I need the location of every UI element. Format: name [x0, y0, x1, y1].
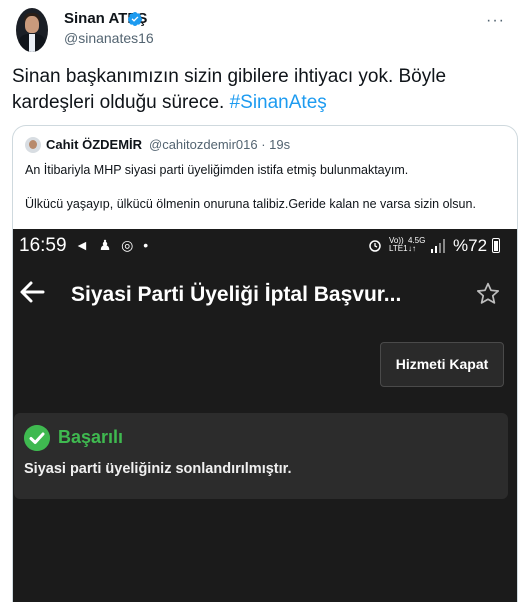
success-check-icon — [24, 425, 50, 451]
alarm-icon — [369, 240, 381, 252]
status-notification-icons: ◄ ♟ ◎ • — [75, 237, 152, 253]
battery-icon — [492, 238, 500, 253]
alert-message: Siyasi parti üyeliğiniz sonlandırılmıştı… — [24, 461, 292, 477]
close-service-button[interactable]: Hizmeti Kapat — [380, 342, 504, 387]
quote-text-line-1: An İtibariyla MHP siyasi parti üyeliğimd… — [25, 163, 409, 177]
quote-text-line-2: Ülkücü yaşayıp, ülkücü ölmenin onuruna t… — [25, 197, 476, 211]
more-options-icon[interactable]: ··· — [486, 12, 505, 30]
hashtag-link[interactable]: #SinanAteş — [230, 92, 327, 113]
alert-title: Başarılı — [58, 427, 124, 447]
quote-author-meta: @cahitozdemir016 · 19s — [149, 137, 291, 152]
favorite-star-icon[interactable] — [475, 281, 501, 307]
tweet-text: Sinan başkanımızın sizin gibilere ihtiya… — [12, 64, 512, 116]
app-page-title: Siyasi Parti Üyeliği İptal Başvur... — [71, 283, 402, 306]
volte-bottom: LTE1 — [389, 244, 408, 253]
network-type-bottom: ↓↑ — [408, 244, 416, 253]
status-time: 16:59 — [19, 235, 67, 256]
verified-badge-icon — [127, 12, 142, 26]
attached-phone-screenshot[interactable]: 16:59 ◄ ♟ ◎ • Vo)) LTE1 4.5G ↓↑ %72 Siya… — [13, 229, 517, 602]
success-alert: Başarılı Siyasi parti üyeliğiniz sonland… — [14, 413, 508, 499]
author-avatar[interactable] — [16, 8, 48, 52]
signal-icon — [431, 239, 445, 253]
volte-indicator: Vo)) LTE1 — [389, 237, 408, 253]
network-type-indicator: 4.5G ↓↑ — [408, 237, 425, 253]
author-handle[interactable]: @sinanates16 — [64, 30, 154, 46]
quote-author-avatar — [25, 137, 41, 153]
quoted-tweet[interactable]: Cahit ÖZDEMİR @cahitozdemir016 · 19s An … — [12, 125, 518, 602]
battery-percentage: %72 — [453, 236, 488, 255]
quote-author-name: Cahit ÖZDEMİR — [46, 137, 143, 152]
back-arrow-icon[interactable] — [17, 277, 47, 307]
